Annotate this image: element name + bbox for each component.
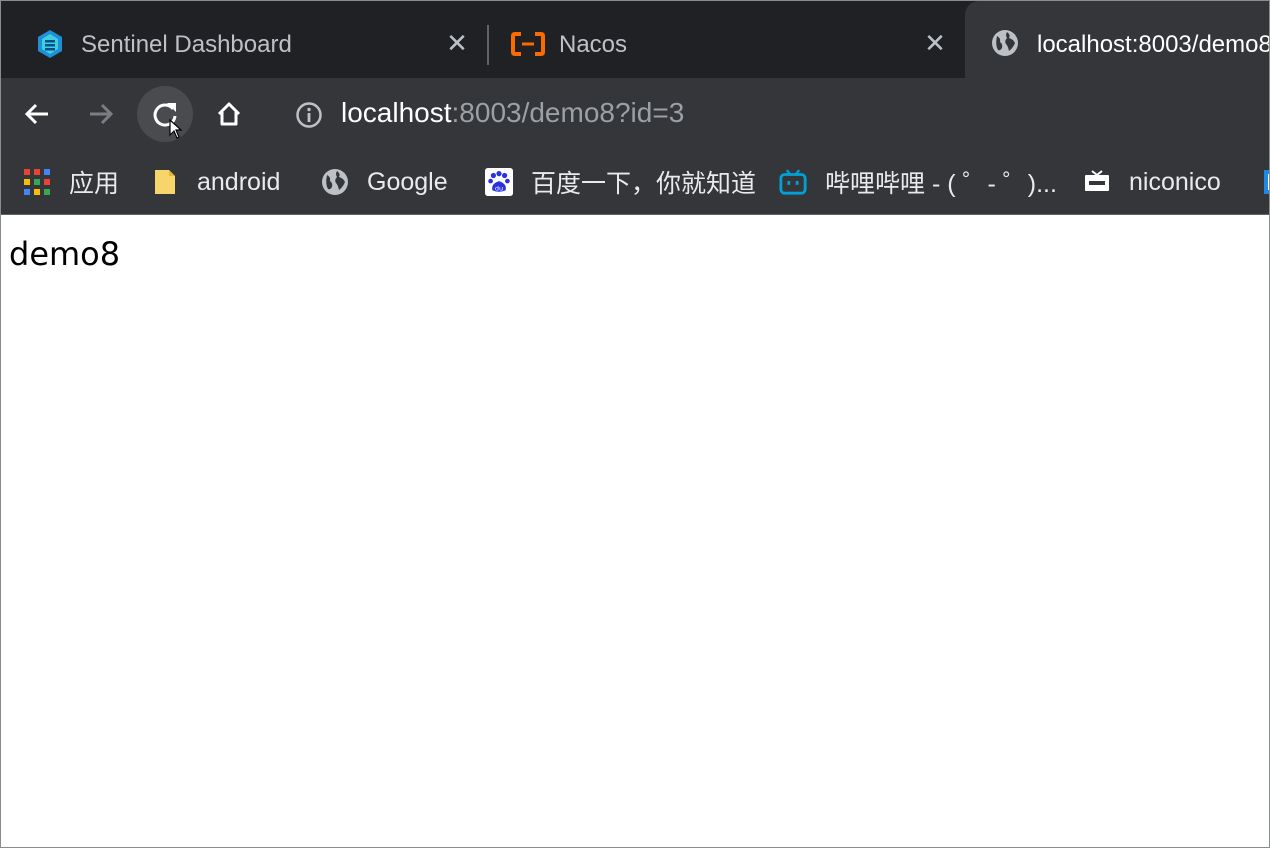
tab-title: Nacos [559, 31, 628, 58]
bookmark-bilibili[interactable]: 哔哩哔哩 - ( ゜- ゜)... [779, 162, 1057, 202]
info-icon[interactable] [295, 101, 323, 134]
tab-sentinel-dashboard[interactable]: Sentinel Dashboard ✕ [1, 1, 487, 78]
tab-title: Sentinel Dashboard [81, 31, 292, 58]
sentinel-logo-icon [37, 29, 63, 59]
folder-icon [151, 168, 179, 196]
tab-nacos[interactable]: Nacos ✕ [489, 1, 963, 78]
bookmark-favicon-icon [1257, 168, 1269, 196]
bookmark-label: 哔哩哔哩 - ( ゜- ゜)... [825, 170, 1057, 198]
bookmark-label: android [197, 167, 281, 196]
reload-button[interactable] [137, 86, 193, 142]
bookmark-niconico[interactable]: niconico [1083, 162, 1221, 202]
globe-icon [321, 168, 349, 196]
forward-button[interactable] [73, 86, 129, 142]
home-icon [217, 102, 241, 126]
tab-localhost-demo8[interactable]: localhost:8003/demo8?id=3 [965, 1, 1269, 78]
browser-window: Sentinel Dashboard ✕ Nacos ✕ localhost:8… [0, 0, 1270, 848]
bilibili-icon [779, 168, 807, 196]
globe-icon [991, 29, 1019, 57]
niconico-icon [1083, 168, 1111, 196]
bookmark-baidu[interactable]: du 百度一下，你就知道 [485, 162, 756, 202]
apps-grid-icon [23, 168, 51, 196]
bookmark-google[interactable]: Google [321, 162, 448, 202]
tab-strip: Sentinel Dashboard ✕ Nacos ✕ localhost:8… [1, 1, 1269, 78]
bookmark-apps[interactable]: 应用 [23, 162, 119, 202]
arrow-left-icon [24, 103, 48, 125]
arrow-right-icon [90, 103, 114, 125]
mouse-cursor-icon [169, 118, 183, 144]
nacos-logo-icon [511, 31, 545, 57]
bookmark-label: 应用 [69, 170, 120, 198]
bookmark-label: Google [367, 167, 448, 196]
baidu-icon: du [485, 168, 513, 196]
bookmark-label: 百度一下，你就知道 [531, 170, 757, 198]
bookmarks-bar: 应用 android Google du 百度一下，你就知道 哔哩哔哩 - (… [1, 150, 1269, 215]
bookmark-android[interactable]: android [151, 162, 280, 202]
url-path: :8003/demo8?id=3 [451, 97, 685, 128]
toolbar: localhost:8003/demo8?id=3 [1, 78, 1269, 150]
address-url[interactable]: localhost:8003/demo8?id=3 [341, 97, 684, 129]
home-button[interactable] [201, 86, 257, 142]
tab-title: localhost:8003/demo8?id=3 [1037, 31, 1269, 58]
address-bar[interactable]: localhost:8003/demo8?id=3 [281, 87, 1261, 141]
tab-close-icon[interactable]: ✕ [923, 30, 947, 56]
url-host: localhost [341, 97, 452, 128]
bookmark-label: niconico [1129, 167, 1221, 196]
svg-text:du: du [495, 184, 503, 192]
bookmark-overflow[interactable] [1257, 162, 1269, 202]
back-button[interactable] [9, 86, 65, 142]
page-content: demo8 [1, 215, 1269, 847]
page-body-text: demo8 [9, 235, 121, 273]
tab-close-icon[interactable]: ✕ [445, 30, 469, 56]
